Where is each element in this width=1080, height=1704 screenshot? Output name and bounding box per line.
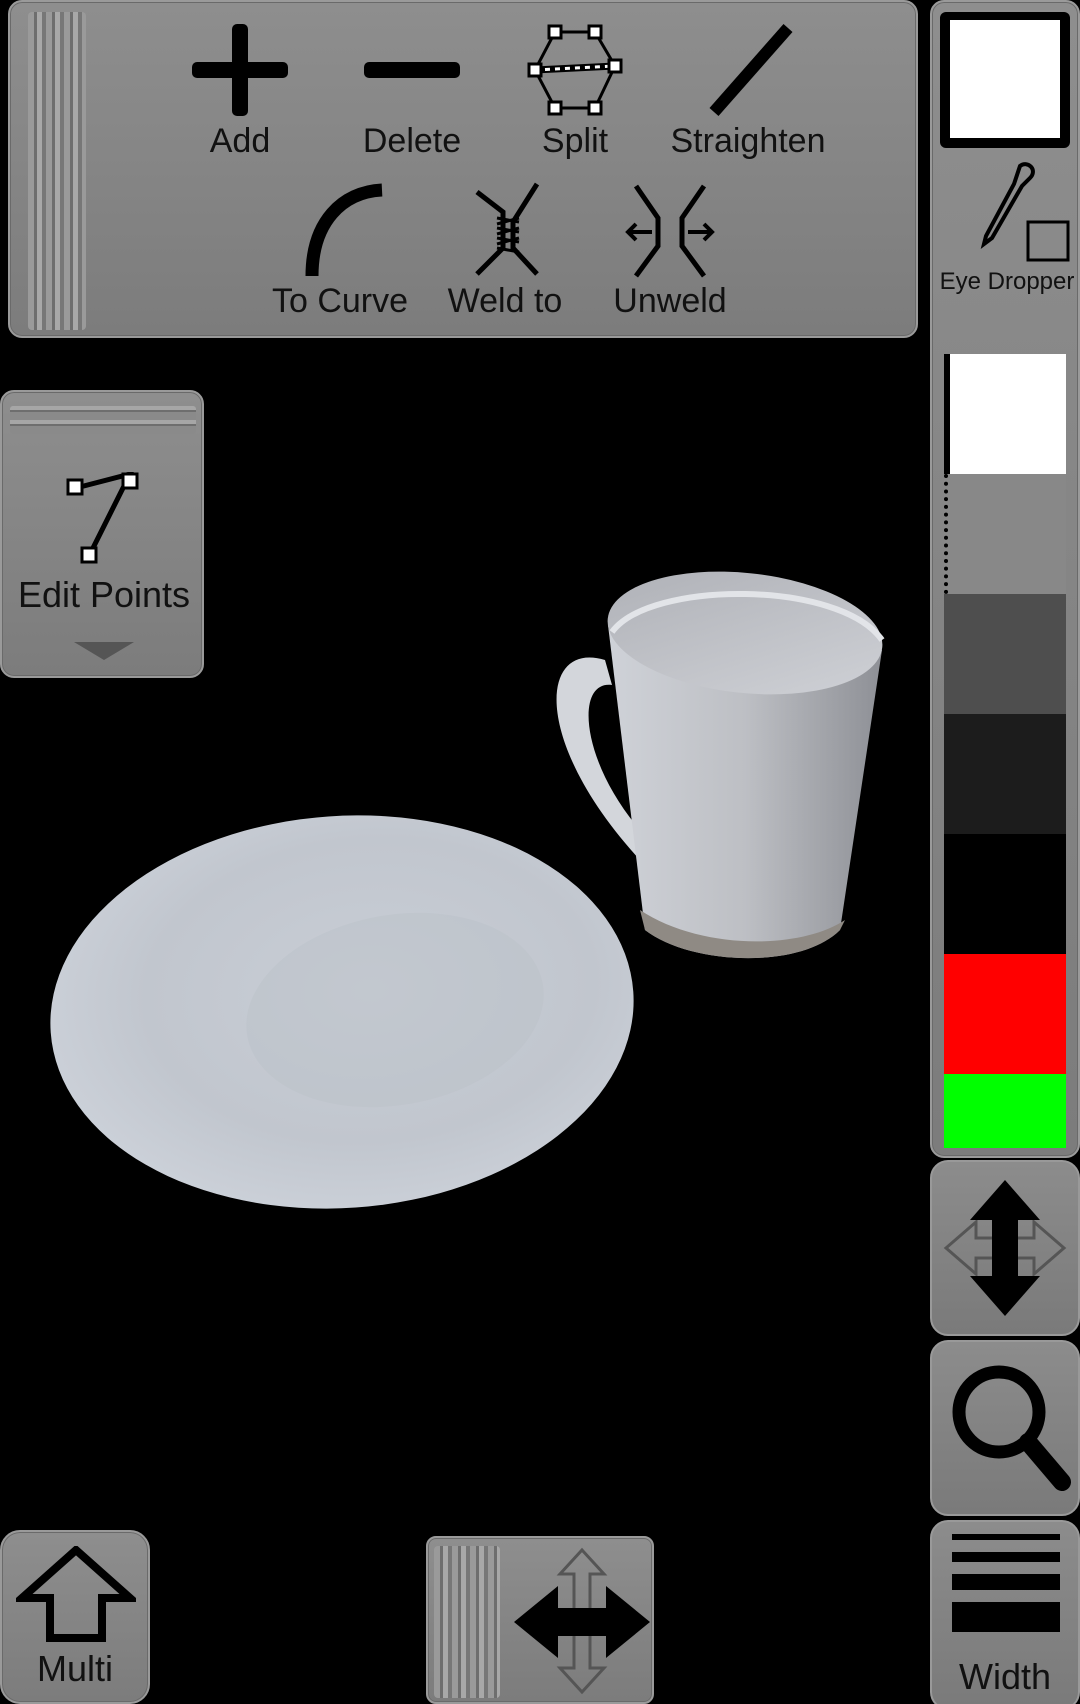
move-arrows-icon	[943, 1180, 1067, 1316]
weld-to-label: Weld to	[447, 282, 563, 320]
palette-swatch-black[interactable]	[944, 834, 1066, 954]
delete-label: Delete	[362, 122, 462, 160]
shift-arrow-icon	[16, 1546, 136, 1642]
palette-swatch-red[interactable]	[944, 954, 1066, 1074]
pan-vertical-button[interactable]	[930, 1160, 1080, 1336]
weld-to-button[interactable]: Weld to	[430, 182, 580, 321]
plus-icon	[192, 24, 288, 116]
chevron-down-icon[interactable]	[74, 642, 134, 662]
curve-icon	[305, 183, 383, 277]
toolbar-drag-handle[interactable]	[28, 12, 86, 330]
edit-toolbar: Add Delete Split Straighten To Curve Wel…	[8, 0, 918, 338]
pan-control[interactable]	[426, 1536, 654, 1704]
mode-selector[interactable]: Edit Points	[0, 390, 204, 678]
straighten-label: Straighten	[670, 122, 826, 160]
eye-dropper-icon	[980, 162, 1070, 262]
mode-drag-handle[interactable]	[10, 406, 196, 434]
to-curve-button[interactable]: To Curve	[255, 182, 425, 321]
unweld-icon	[625, 184, 715, 278]
palette-swatch-white[interactable]	[944, 354, 1066, 474]
straighten-button[interactable]: Straighten	[658, 22, 838, 161]
unweld-label: Unweld	[613, 282, 727, 320]
straight-line-icon	[709, 24, 793, 116]
edit-points-label: Edit Points	[17, 574, 191, 615]
to-curve-label: To Curve	[271, 282, 409, 320]
palette-swatch-charcoal[interactable]	[944, 714, 1066, 834]
add-button[interactable]: Add	[175, 22, 305, 161]
line-width-icon	[952, 1534, 1060, 1632]
weld-icon	[475, 182, 540, 276]
eye-dropper-label: Eye Dropper	[939, 268, 1075, 295]
multi-button[interactable]: Multi	[0, 1530, 150, 1704]
minus-icon	[364, 62, 460, 78]
palette-swatch-dark-gray[interactable]	[944, 594, 1066, 714]
magnifier-icon	[952, 1365, 1071, 1491]
delete-button[interactable]: Delete	[337, 22, 487, 161]
pan-horizontal-icon	[514, 1547, 650, 1695]
add-label: Add	[209, 122, 271, 160]
pan-drag-handle[interactable]	[434, 1546, 500, 1698]
palette-swatch-green[interactable]	[944, 1074, 1066, 1148]
split-icon	[527, 24, 623, 116]
eye-dropper-button[interactable]: Eye Dropper	[932, 158, 1080, 298]
unweld-button[interactable]: Unweld	[595, 182, 745, 321]
split-label: Split	[541, 122, 609, 160]
width-button[interactable]: Width	[930, 1520, 1080, 1704]
edit-points-icon	[66, 472, 139, 564]
width-label: Width	[958, 1656, 1052, 1697]
palette-swatch-gray[interactable]	[944, 474, 1066, 594]
zoom-button[interactable]	[930, 1340, 1080, 1516]
split-button[interactable]: Split	[515, 22, 635, 161]
current-color-swatch[interactable]	[940, 12, 1070, 148]
multi-label: Multi	[36, 1648, 113, 1689]
